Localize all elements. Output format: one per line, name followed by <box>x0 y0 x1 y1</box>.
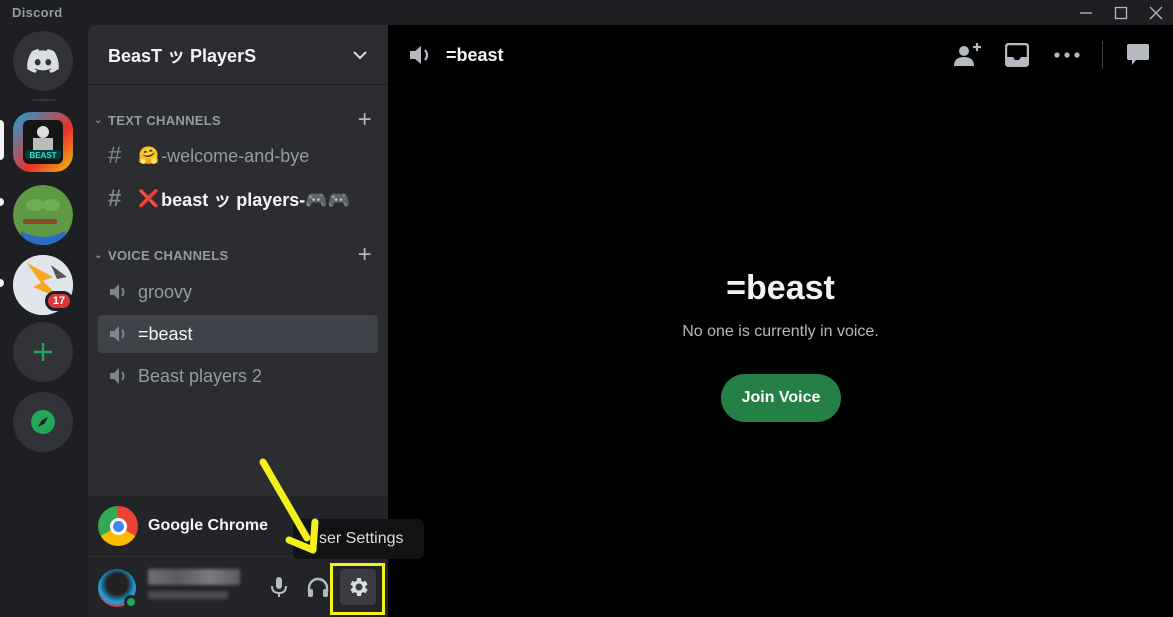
channel-beast-players[interactable]: # ❌ beast ッ players-🎮🎮 <box>98 180 378 218</box>
create-channel-icon[interactable]: + <box>358 243 372 267</box>
direct-messages-button[interactable] <box>13 31 73 91</box>
voice-channel-beast[interactable]: =beast <box>98 315 378 353</box>
user-tag-blurred <box>148 591 228 599</box>
channel-name: -welcome-and-bye <box>161 145 310 166</box>
chat-bubble-icon <box>1127 44 1149 65</box>
server-pepe[interactable] <box>13 185 73 245</box>
microphone-icon <box>271 577 287 597</box>
headphones-icon <box>307 577 329 597</box>
beast-server-icon: BEAST <box>23 120 63 164</box>
more-options-button[interactable] <box>1052 40 1082 70</box>
title-bar: Discord <box>0 0 1173 25</box>
channel-title: =beast <box>446 44 504 65</box>
highlight-annotation-box <box>330 563 385 615</box>
plus-icon <box>34 343 52 361</box>
more-dots-icon <box>1054 52 1080 58</box>
hugging-emoji: 🤗 <box>138 146 160 165</box>
mute-button[interactable] <box>261 569 297 605</box>
cross-mark-emoji: ❌ <box>138 189 160 208</box>
minimize-button[interactable] <box>1066 0 1106 25</box>
category-label: TEXT CHANNELS <box>108 112 221 128</box>
unread-indicator <box>0 198 4 206</box>
join-voice-button[interactable]: Join Voice <box>721 374 841 422</box>
category-text-channels[interactable]: ⌄ TEXT CHANNELS + <box>94 108 372 132</box>
chevron-down-icon: ⌄ <box>94 249 103 261</box>
svg-text:BEAST: BEAST <box>29 151 56 160</box>
header-divider <box>1102 41 1103 69</box>
hash-icon: # <box>108 142 122 169</box>
voice-channel-view: =beast =beast No one is currently in voi… <box>388 25 1173 617</box>
channel-name: beast ッ players-🎮🎮 <box>161 190 351 210</box>
server-header[interactable]: BeasT ッ PlayerS <box>88 25 388 85</box>
create-channel-icon[interactable]: + <box>358 108 372 132</box>
show-chat-button[interactable] <box>1123 40 1153 70</box>
voice-empty-message: No one is currently in voice. <box>682 323 879 340</box>
active-server-indicator <box>0 120 4 160</box>
channel-name: =beast <box>138 323 193 344</box>
online-status-icon <box>124 595 138 609</box>
voice-channel-name: =beast <box>726 269 835 307</box>
add-user-icon <box>954 43 981 66</box>
inbox-button[interactable] <box>1002 40 1032 70</box>
hash-icon: # <box>108 185 122 212</box>
server-beast-players[interactable]: BEAST <box>13 112 73 172</box>
app-name: Discord <box>12 5 63 20</box>
discord-logo-icon <box>27 49 59 73</box>
server-list: BEAST 17 <box>0 25 88 617</box>
speaker-icon <box>108 366 138 386</box>
speaker-icon <box>108 282 138 302</box>
mention-badge: 17 <box>45 291 73 311</box>
add-server-button[interactable] <box>13 322 73 382</box>
unread-indicator <box>0 279 4 287</box>
voice-channel-beast-players-2[interactable]: Beast players 2 <box>98 357 378 395</box>
explore-servers-button[interactable] <box>13 392 73 452</box>
pepe-server-icon <box>13 185 73 245</box>
chrome-icon <box>98 506 138 546</box>
category-voice-channels[interactable]: ⌄ VOICE CHANNELS + <box>94 243 372 267</box>
channel-name: groovy <box>138 281 193 302</box>
chevron-down-icon <box>353 50 367 59</box>
activity-name: Google Chrome <box>148 517 269 534</box>
speaker-icon <box>410 46 429 64</box>
close-button[interactable] <box>1136 0 1173 25</box>
server-name: BeasT ッ PlayerS <box>108 45 257 66</box>
speaker-icon <box>108 324 138 344</box>
voice-channel-groovy[interactable]: groovy <box>98 273 378 311</box>
server-list-divider <box>32 99 56 101</box>
chevron-down-icon: ⌄ <box>94 114 103 126</box>
invite-button[interactable] <box>953 40 983 70</box>
inbox-icon <box>1005 43 1029 67</box>
category-label: VOICE CHANNELS <box>108 247 229 263</box>
annotation-arrow-icon <box>259 458 319 554</box>
username-blurred <box>148 569 240 585</box>
compass-icon <box>31 410 55 434</box>
channel-welcome-and-bye[interactable]: # 🤗 -welcome-and-bye <box>98 137 378 175</box>
maximize-button[interactable] <box>1101 0 1141 25</box>
channel-name: Beast players 2 <box>138 365 263 386</box>
